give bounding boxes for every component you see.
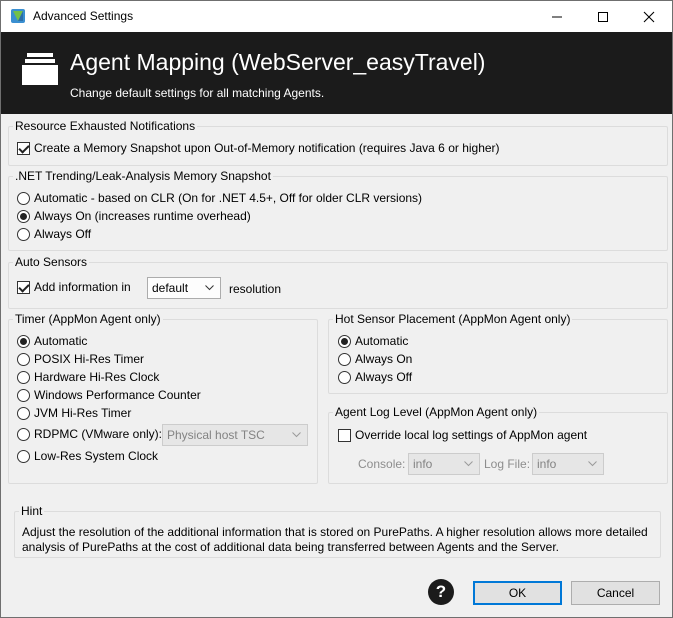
resolution-suffix: resolution — [229, 282, 282, 296]
hint-legend: Hint — [19, 504, 45, 518]
memory-snapshot-check[interactable] — [17, 141, 30, 155]
radio-indicator[interactable] — [17, 370, 30, 384]
app-icon — [11, 9, 25, 23]
radio-label: Hardware Hi-Res Clock — [34, 370, 160, 384]
chevron-down-icon — [292, 432, 301, 438]
hot-sensor-always-on-radio[interactable]: Always On — [338, 352, 412, 366]
radio-label: POSIX Hi-Res Timer — [34, 352, 145, 366]
resolution-select[interactable]: default — [147, 277, 221, 299]
net-trending-automatic-radio[interactable]: Automatic - based on CLR (On for .NET 4.… — [17, 191, 422, 205]
minimize-icon — [552, 16, 562, 18]
net-trending-legend: .NET Trending/Leak-Analysis Memory Snaps… — [13, 169, 273, 183]
resolution-value: default — [152, 281, 189, 295]
timer-jvm-radio[interactable]: JVM Hi-Res Timer — [17, 406, 131, 420]
hot-sensor-always-off-radio[interactable]: Always Off — [338, 370, 412, 384]
radio-indicator[interactable] — [17, 449, 30, 463]
help-button[interactable]: ? — [428, 579, 454, 605]
net-trending-always-on-radio[interactable]: Always On (increases runtime overhead) — [17, 209, 251, 223]
radio-label: RDPMC (VMware only): — [34, 427, 163, 441]
radio-label: Low-Res System Clock — [34, 449, 159, 463]
hint-text: Adjust the resolution of the additional … — [22, 525, 648, 554]
chevron-down-icon — [588, 461, 597, 467]
radio-indicator[interactable] — [17, 352, 30, 366]
close-icon — [643, 11, 655, 23]
auto-sensors-legend: Auto Sensors — [13, 255, 90, 269]
radio-indicator[interactable] — [17, 227, 30, 241]
radio-label: Always On (increases runtime overhead) — [34, 209, 251, 223]
radio-indicator[interactable] — [338, 352, 351, 366]
add-information-checkbox[interactable]: Add information in — [17, 280, 131, 294]
timer-rdpmc-radio[interactable]: RDPMC (VMware only): — [17, 427, 162, 441]
timer-automatic-radio[interactable]: Automatic — [17, 334, 87, 348]
radio-indicator[interactable] — [17, 334, 30, 348]
title-bar[interactable]: Advanced Settings — [1, 1, 672, 32]
radio-indicator[interactable] — [17, 427, 30, 441]
hot-sensor-automatic-radio[interactable]: Automatic — [338, 334, 408, 348]
minimize-button[interactable] — [534, 1, 580, 32]
hot-sensor-legend: Hot Sensor Placement (AppMon Agent only) — [333, 312, 573, 326]
radio-label: Automatic — [355, 334, 409, 348]
timer-windows-perf-radio[interactable]: Windows Performance Counter — [17, 388, 201, 402]
log-level-group — [328, 412, 668, 484]
window-title: Advanced Settings — [33, 9, 134, 23]
override-log-check[interactable] — [338, 428, 351, 442]
ok-button[interactable]: OK — [473, 581, 562, 605]
radio-label: Always Off — [355, 370, 413, 384]
console-value: info — [413, 457, 433, 471]
radio-indicator[interactable] — [17, 388, 30, 402]
radio-label: JVM Hi-Res Timer — [34, 406, 132, 420]
cancel-button[interactable]: Cancel — [571, 581, 660, 605]
advanced-settings-window: Advanced Settings Agent Mapping (WebServ… — [0, 0, 673, 618]
radio-indicator[interactable] — [17, 406, 30, 420]
rdpmc-select[interactable]: Physical host TSC — [162, 424, 308, 446]
dialog-header: Agent Mapping (WebServer_easyTravel) Cha… — [1, 32, 672, 114]
resource-exhausted-legend: Resource Exhausted Notifications — [13, 119, 198, 133]
chevron-down-icon — [464, 461, 473, 467]
radio-label: Windows Performance Counter — [34, 388, 201, 402]
maximize-button[interactable] — [580, 1, 626, 32]
console-select[interactable]: info — [408, 453, 480, 475]
timer-legend: Timer (AppMon Agent only) — [13, 312, 163, 326]
chevron-down-icon — [205, 285, 214, 291]
memory-snapshot-label: Create a Memory Snapshot upon Out-of-Mem… — [34, 141, 500, 155]
logfile-value: info — [537, 457, 557, 471]
add-information-check[interactable] — [17, 280, 30, 294]
inbox-tray-icon — [22, 53, 58, 85]
timer-posix-radio[interactable]: POSIX Hi-Res Timer — [17, 352, 144, 366]
add-information-label: Add information in — [34, 280, 131, 294]
console-label: Console: — [358, 457, 406, 471]
memory-snapshot-checkbox[interactable]: Create a Memory Snapshot upon Out-of-Mem… — [17, 141, 500, 155]
logfile-select[interactable]: info — [532, 453, 604, 475]
maximize-icon — [598, 12, 608, 22]
rdpmc-value: Physical host TSC — [167, 428, 265, 442]
net-trending-always-off-radio[interactable]: Always Off — [17, 227, 91, 241]
header-subtitle: Change default settings for all matching… — [70, 86, 325, 100]
logfile-label: Log File: — [484, 457, 531, 471]
radio-indicator[interactable] — [17, 209, 30, 223]
radio-label: Always Off — [34, 227, 92, 241]
timer-low-res-radio[interactable]: Low-Res System Clock — [17, 449, 158, 463]
override-log-label: Override local log settings of AppMon ag… — [355, 428, 588, 442]
radio-label: Always On — [355, 352, 413, 366]
radio-label: Automatic — [34, 334, 88, 348]
radio-indicator[interactable] — [17, 191, 30, 205]
radio-label: Automatic - based on CLR (On for .NET 4.… — [34, 191, 423, 205]
timer-hardware-radio[interactable]: Hardware Hi-Res Clock — [17, 370, 159, 384]
header-title: Agent Mapping (WebServer_easyTravel) — [70, 49, 486, 75]
radio-indicator[interactable] — [338, 370, 351, 384]
close-button[interactable] — [626, 1, 672, 32]
override-log-checkbox[interactable]: Override local log settings of AppMon ag… — [338, 428, 587, 442]
radio-indicator[interactable] — [338, 334, 351, 348]
log-level-legend: Agent Log Level (AppMon Agent only) — [333, 405, 540, 419]
help-icon: ? — [435, 582, 447, 601]
